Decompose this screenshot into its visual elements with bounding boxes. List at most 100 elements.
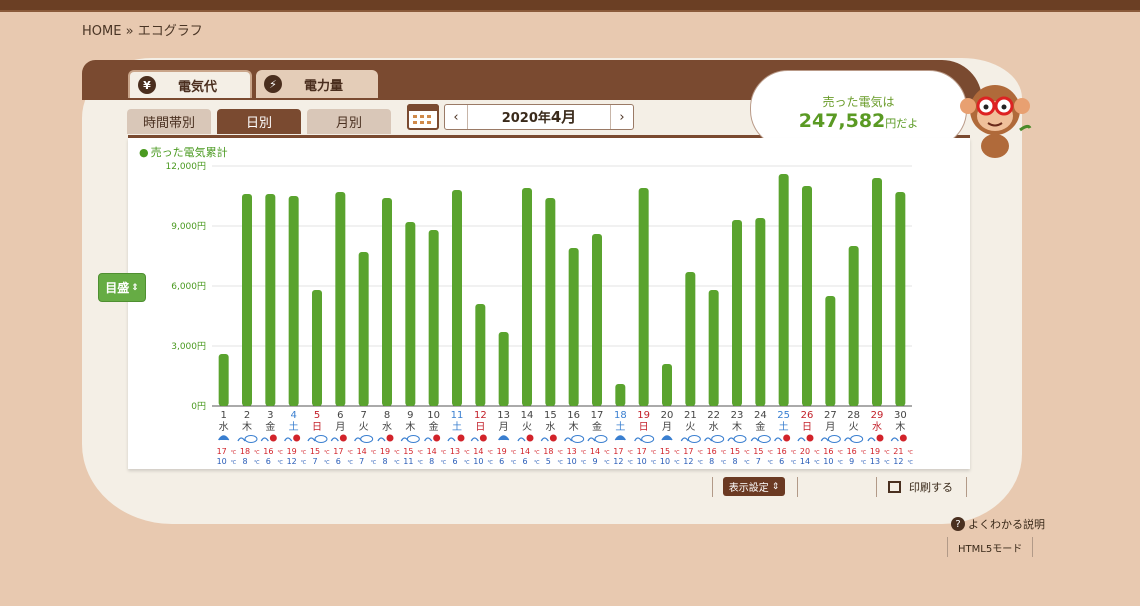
temp-unit: ℃ [674,460,680,466]
low-temp: 6 [266,457,271,466]
low-temp: 10 [660,457,670,466]
temp-unit: ℃ [464,450,470,456]
high-temp: 19 [870,447,880,456]
umbrella-icon [377,437,386,442]
low-temp: 14 [800,457,810,466]
high-temp: 17 [637,447,647,456]
low-temp: 6 [499,457,504,466]
umbrella-icon [774,437,783,442]
low-temp: 6 [522,457,527,466]
high-temp: 17 [217,447,227,456]
low-temp: 5 [546,457,551,466]
help-link[interactable]: ? よくわかる説明 [951,516,1045,532]
low-temp: 9 [849,457,854,466]
cloud-icon [827,435,841,443]
weekday-label: 月 [335,421,345,433]
bar [242,194,252,406]
sun-icon [433,434,441,442]
x-tick-label: 27 [824,410,837,421]
temp-unit: ℃ [301,450,307,456]
sun-icon [386,434,394,442]
temp-unit: ℃ [347,460,353,466]
high-temp: 17 [683,447,693,456]
bar [265,194,276,406]
umbrella-icon [750,437,759,442]
weekday-label: 水 [872,421,882,433]
print-label: 印刷する [909,481,953,494]
temp-unit: ℃ [301,460,307,466]
x-tick-label: 10 [427,410,440,421]
weekday-label: 日 [639,422,649,433]
bar [498,332,509,406]
sun-icon [339,434,347,442]
print-button[interactable]: 印刷する [888,479,953,495]
high-temp: 14 [590,447,600,456]
x-tick-label: 5 [314,410,320,421]
weekday-label: 火 [359,421,369,433]
umbrella-icon [867,437,876,442]
cloud-icon [687,435,701,443]
umbrella-icon [614,435,626,441]
bar [802,186,812,406]
low-temp: 6 [336,457,341,466]
x-tick-label: 17 [591,410,604,421]
cloud-icon [711,435,725,443]
bar [545,198,556,406]
html5-mode-link[interactable]: HTML5モード [958,540,1022,555]
bar [358,252,369,406]
temp-unit: ℃ [861,460,867,466]
display-settings-button[interactable]: 表示設定 ⇕ [723,477,785,496]
high-temp: 17 [613,447,623,456]
umbrella-icon [890,437,899,442]
umbrella-icon [498,435,510,441]
high-temp: 16 [707,447,717,456]
x-tick-label: 29 [871,410,884,421]
weekday-label: 火 [685,421,695,433]
temp-unit: ℃ [371,450,377,456]
x-tick-label: 15 [544,410,557,421]
temp-unit: ℃ [791,460,797,466]
temp-unit: ℃ [907,460,913,466]
sun-icon [806,434,814,442]
temp-unit: ℃ [767,450,773,456]
sun-icon [293,434,301,442]
x-tick-label: 13 [497,410,510,421]
updown-arrow-icon: ⇕ [771,481,780,492]
bar [615,384,626,406]
weekday-label: 日 [475,422,485,433]
umbrella-icon [424,437,433,442]
temp-unit: ℃ [394,450,400,456]
y-tick-label: 3,000円 [171,341,206,352]
weekday-label: 日 [312,422,322,433]
cloud-icon [314,435,328,443]
high-temp: 15 [660,447,670,456]
sun-icon [479,434,487,442]
x-tick-label: 4 [290,410,296,421]
bar [475,304,486,406]
high-temp: 20 [800,447,810,456]
temp-unit: ℃ [604,450,610,456]
bar [755,218,766,406]
weekday-label: 金 [755,420,765,433]
low-temp: 8 [242,457,247,466]
bar [708,290,719,406]
temp-unit: ℃ [651,450,657,456]
bar [848,246,859,406]
temp-unit: ℃ [231,450,237,456]
high-temp: 17 [333,447,343,456]
umbrella-icon [564,437,573,442]
x-tick-label: 22 [707,410,720,421]
low-temp: 7 [312,457,317,466]
weekday-label: 月 [825,421,835,433]
weekday-label: 土 [452,420,462,433]
temp-unit: ℃ [791,450,797,456]
printer-icon [888,481,901,493]
temp-unit: ℃ [394,460,400,466]
sun-icon [269,434,277,442]
high-temp: 15 [310,447,320,456]
separator [712,477,713,497]
cloud-icon [571,435,585,443]
bar [592,234,602,406]
low-temp: 6 [779,457,784,466]
low-temp: 8 [429,457,434,466]
